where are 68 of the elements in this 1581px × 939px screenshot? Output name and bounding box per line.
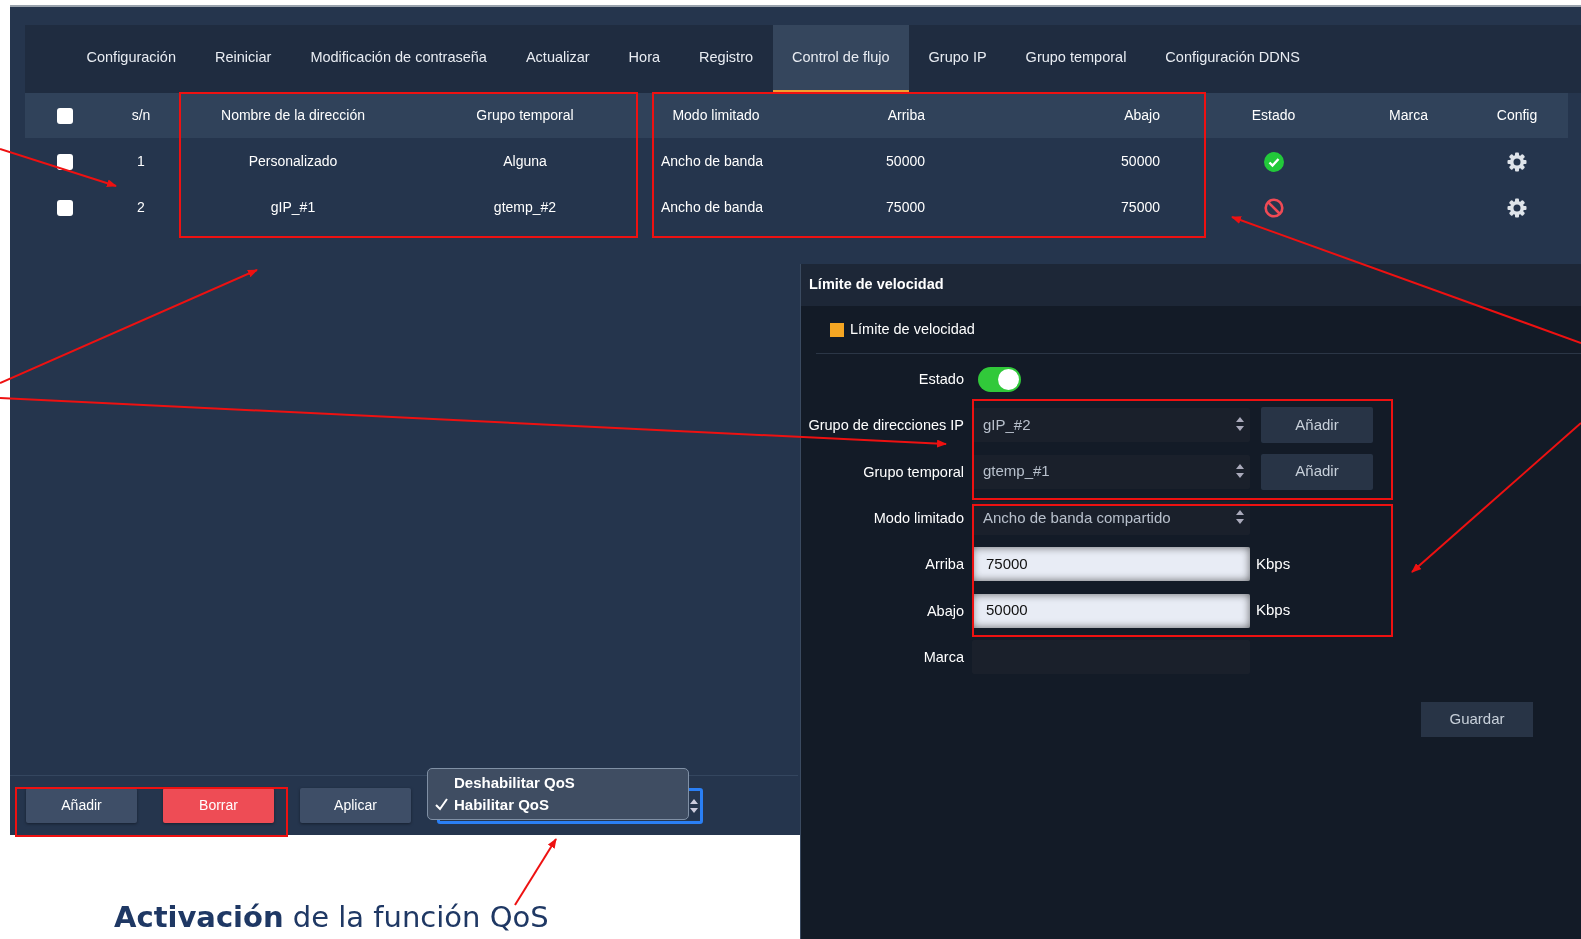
toggle-switch[interactable] — [978, 366, 1021, 392]
tab[interactable]: Configuración — [67, 25, 196, 93]
updown-arrows-icon — [1236, 462, 1244, 479]
table-cell: Alguna — [503, 152, 547, 169]
add-button[interactable]: Añadir — [1261, 407, 1373, 444]
dialog-title: Límite de velocidad — [801, 264, 1581, 306]
tab[interactable]: Grupo IP — [909, 25, 1007, 93]
field-label: Grupo temporal — [862, 464, 964, 479]
updown-arrows-icon — [1236, 509, 1244, 526]
column-header: Arriba — [887, 107, 925, 123]
tab[interactable]: Configuración DDNS — [1145, 25, 1320, 93]
unit-label: Kbps — [1256, 600, 1291, 621]
column-header: Estado — [1251, 107, 1296, 123]
menu-item[interactable]: Deshabilitar QoS — [428, 772, 688, 794]
select-all-checkbox[interactable] — [57, 108, 73, 125]
field-label: Grupo de direcciones IP — [807, 418, 964, 433]
table-cell: 50000 — [886, 152, 925, 169]
column-header: Marca — [1389, 107, 1428, 123]
field-label: Abajo — [925, 603, 964, 618]
section-title: Límite de velocidad — [850, 319, 975, 339]
column-header: Config — [1496, 107, 1538, 123]
unit-label: Kbps — [1256, 554, 1291, 575]
column-header: Nombre de la dirección — [221, 107, 365, 123]
column-header: Grupo temporal — [476, 107, 574, 123]
table-cell: gtemp_#2 — [493, 198, 557, 215]
select-field[interactable]: gIP_#2 — [972, 408, 1250, 443]
updown-arrows-icon — [1236, 416, 1244, 433]
table-cell: Personalizado — [248, 152, 338, 169]
select-field[interactable]: gtemp_#1 — [972, 454, 1250, 489]
tab[interactable]: Control de flujo — [772, 25, 910, 93]
menu-item[interactable]: Habilitar QoS — [428, 794, 688, 816]
table-cell: 50000 — [1121, 152, 1160, 169]
input-field[interactable]: 50000 — [972, 593, 1250, 628]
table-cell: 75000 — [886, 198, 925, 215]
button[interactable]: Borrar — [163, 788, 274, 823]
table-cell: 75000 — [1121, 198, 1160, 215]
settings-icon[interactable] — [1507, 197, 1527, 218]
table-cell: gIP_#1 — [270, 198, 316, 215]
column-header: Abajo — [1124, 107, 1160, 123]
save-button[interactable]: Guardar — [1421, 702, 1533, 737]
settings-icon[interactable] — [1507, 151, 1527, 172]
tab[interactable]: Reiniciar — [195, 25, 291, 93]
input-field[interactable]: 75000 — [972, 547, 1250, 582]
tab[interactable]: Actualizar — [506, 25, 610, 93]
field-label: Modo limitado — [872, 511, 964, 526]
table-cell: Ancho de banda — [661, 198, 763, 215]
field-label: Arriba — [924, 557, 964, 572]
caption: Activación de la función QoS — [114, 899, 549, 936]
tab[interactable]: Hora — [609, 25, 680, 93]
column-header: Modo limitado — [672, 107, 760, 123]
button[interactable]: Añadir — [26, 788, 137, 823]
row-checkbox[interactable] — [57, 199, 73, 216]
tab[interactable]: Registro — [679, 25, 773, 93]
button[interactable]: Aplicar — [300, 788, 411, 823]
tab[interactable]: Grupo temporal — [1006, 25, 1146, 93]
updown-arrows-icon — [690, 798, 698, 813]
tab[interactable]: Modificación de contraseña — [290, 25, 507, 93]
table-cell: 1 — [137, 152, 145, 169]
table-cell: Ancho de banda — [661, 152, 763, 169]
table-cell: 2 — [137, 198, 145, 215]
field-label: Marca — [922, 649, 964, 664]
field-label: Estado — [917, 372, 964, 387]
select-field[interactable]: Ancho de banda compartido — [972, 501, 1250, 536]
column-header: s/n — [131, 107, 151, 123]
annotation-arrow — [514, 838, 557, 906]
square-icon — [830, 322, 844, 337]
add-button[interactable]: Añadir — [1261, 453, 1373, 490]
row-checkbox[interactable] — [57, 153, 73, 170]
